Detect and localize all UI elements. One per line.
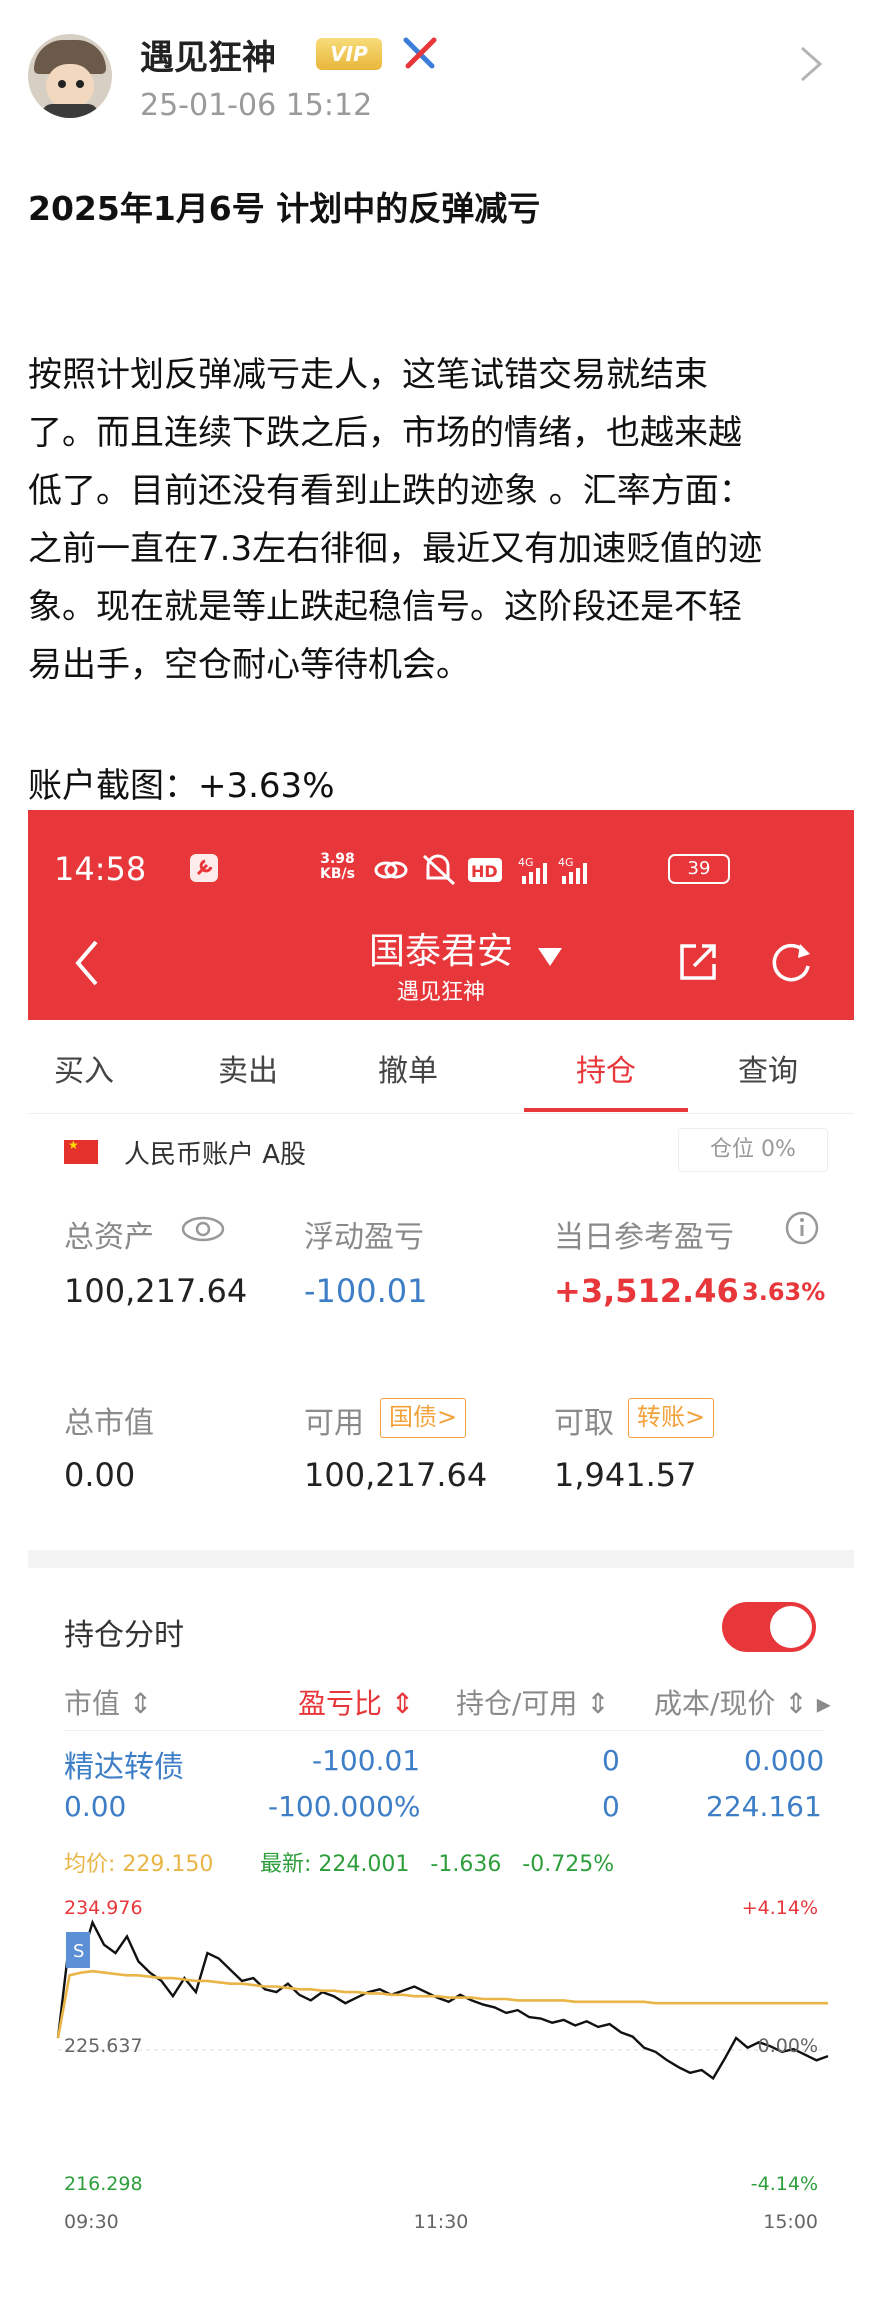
refresh-icon[interactable] xyxy=(768,940,814,986)
holding-available: 0 xyxy=(602,1790,620,1823)
author-name[interactable]: 遇见狂神 xyxy=(140,30,276,79)
holding-pnl-ratio: -100.000% xyxy=(268,1790,421,1823)
account-type: 人民币账户 A股 xyxy=(124,1140,307,1170)
holdings-chart-toggle[interactable] xyxy=(722,1602,816,1652)
available-value: 100,217.64 xyxy=(304,1456,488,1494)
y-low-label: 216.298 xyxy=(64,2173,143,2195)
holding-market-value: 0.00 xyxy=(64,1790,127,1823)
total-assets-value: 100,217.64 xyxy=(64,1272,248,1310)
post-body-line: 按照计划反弹减亏走人，这笔试错交易就结束 xyxy=(28,355,708,395)
post-body-line: 低了。目前还没有看到止跌的迹象 。汇率方面： xyxy=(28,471,753,511)
avg-price: 均价: 229.150 xyxy=(64,1852,214,1877)
link-icon xyxy=(374,861,408,879)
col-pnl-ratio[interactable]: 盈亏比 ⇕ xyxy=(298,1682,414,1722)
tab-buy[interactable]: 买入 xyxy=(28,1046,144,1090)
post-body-line: 易出手，空仓耐心等待机会。 xyxy=(28,645,470,685)
pct-low-label: -4.14% xyxy=(751,2173,818,2195)
floating-pnl-label: 浮动盈亏 xyxy=(304,1220,424,1255)
chevron-right-icon[interactable] xyxy=(790,44,830,84)
china-flag-icon xyxy=(64,1138,98,1164)
holding-pnl: -100.01 xyxy=(312,1744,421,1777)
floating-pnl-value: -100.01 xyxy=(304,1272,428,1310)
active-tab-indicator xyxy=(524,1108,688,1112)
tab-holdings[interactable]: 持仓 xyxy=(546,1046,666,1090)
post-timestamp: 25-01-06 15:12 xyxy=(140,88,373,123)
holding-cost: 0.000 xyxy=(744,1744,825,1777)
svg-text:HD: HD xyxy=(471,862,498,881)
x-end-label: 15:00 xyxy=(763,2211,818,2233)
market-value-label: 总市值 xyxy=(64,1406,154,1441)
svg-text:4G: 4G xyxy=(518,856,534,869)
app-header: 14:58 3.98 KB/s HD 4G 4G 39 国泰君安 遇见狂神 xyxy=(28,810,854,1020)
y-mid-label: 225.637 xyxy=(64,2035,143,2057)
pct-high-label: +4.14% xyxy=(742,1897,818,1919)
x-mid-label: 11:30 xyxy=(414,2211,469,2233)
share-icon[interactable] xyxy=(676,940,720,984)
crossed-swords-icon xyxy=(403,37,437,69)
tab-query[interactable]: 查询 xyxy=(708,1046,828,1090)
broker-name[interactable]: 国泰君安 xyxy=(28,922,854,974)
holding-qty: 0 xyxy=(602,1744,620,1777)
trade-tabs: 买入 卖出 撤单 持仓 查询 xyxy=(28,1020,854,1114)
daily-pnl-label: 当日参考盈亏 xyxy=(554,1220,734,1255)
market-value: 0.00 xyxy=(64,1456,136,1494)
account-caption: 账户截图：+3.63% xyxy=(28,766,335,806)
eye-icon[interactable] xyxy=(180,1214,226,1244)
post-body: 按照计划反弹减亏走人，这笔试错交易就结束 了。而且连续下跌之后，市场的情绪，也越… xyxy=(28,346,858,694)
treasury-bond-link[interactable]: 国债> xyxy=(380,1398,467,1438)
position-badge: 仓位 0% xyxy=(678,1128,828,1172)
holding-price: 224.161 xyxy=(706,1790,822,1823)
buy-marker-label: S xyxy=(73,1941,84,1962)
wrench-icon xyxy=(190,854,218,882)
author-avatar[interactable] xyxy=(28,34,112,118)
holdings-timeshare-title: 持仓分时 xyxy=(64,1618,184,1653)
col-market-value[interactable]: 市值 ⇕ xyxy=(64,1682,152,1722)
col-cost-price[interactable]: 成本/现价 ⇕ ▸ xyxy=(654,1682,831,1722)
info-icon[interactable] xyxy=(784,1210,820,1246)
total-assets-label: 总资产 xyxy=(64,1220,154,1255)
intraday-chart[interactable]: 234.976 225.637 216.298 +4.14% 0.00% -4.… xyxy=(28,1880,854,2240)
daily-pnl-value: +3,512.46 xyxy=(554,1272,739,1310)
holding-name[interactable]: 精达转债 xyxy=(64,1742,184,1786)
transfer-link[interactable]: 转账> xyxy=(628,1398,715,1438)
post-title: 2025年1月6号 计划中的反弹减亏 xyxy=(28,189,541,228)
battery-indicator: 39 xyxy=(668,854,730,884)
latest-price: 最新: 224.001 -1.636 -0.725% xyxy=(260,1852,615,1877)
col-holding-available[interactable]: 持仓/可用 ⇕ xyxy=(456,1682,610,1722)
tab-sell[interactable]: 卖出 xyxy=(188,1046,308,1090)
mute-bell-icon xyxy=(422,854,456,886)
pct-mid-label: 0.00% xyxy=(758,2035,818,2057)
x-start-label: 09:30 xyxy=(64,2211,119,2233)
average-line xyxy=(56,1969,828,2039)
net-speed: 3.98 KB/s xyxy=(320,851,355,882)
daily-pnl-percent: 3.63% xyxy=(742,1278,826,1306)
broker-user: 遇见狂神 xyxy=(396,980,485,1005)
svg-text:4G: 4G xyxy=(558,856,574,869)
withdrawable-label: 可取 xyxy=(554,1406,614,1441)
dropdown-triangle-icon[interactable] xyxy=(538,948,562,966)
vip-badge: VIP xyxy=(316,38,382,70)
withdrawable-value: 1,941.57 xyxy=(554,1456,697,1494)
post-body-line: 了。而且连续下跌之后，市场的情绪，也越来越 xyxy=(28,413,742,453)
price-line xyxy=(56,1919,829,2081)
account-screenshot[interactable]: 14:58 3.98 KB/s HD 4G 4G 39 国泰君安 遇见狂神 买入… xyxy=(28,810,854,2300)
tab-cancel[interactable]: 撤单 xyxy=(348,1046,468,1090)
y-high-label: 234.976 xyxy=(64,1897,143,1919)
status-time: 14:58 xyxy=(54,850,147,888)
header-separator xyxy=(64,1730,824,1731)
post-body-line: 象。现在就是等止跌起稳信号。这阶段还是不轻 xyxy=(28,587,742,627)
section-divider xyxy=(28,1550,854,1568)
available-label: 可用 xyxy=(304,1406,364,1441)
post-body-line: 之前一直在7.3左右徘徊，最近又有加速贬值的迹 xyxy=(28,529,763,569)
